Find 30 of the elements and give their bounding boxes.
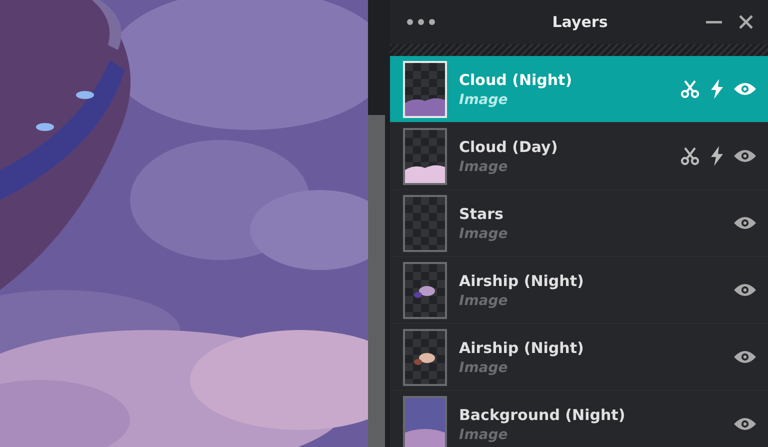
layer-row[interactable]: Airship (Night) Image (390, 257, 768, 324)
eye-icon[interactable] (734, 417, 756, 431)
layer-row[interactable]: Stars Image (390, 190, 768, 257)
eye-icon[interactable] (734, 350, 756, 364)
layer-type: Image (459, 92, 509, 108)
layer-row[interactable]: Cloud (Day) Image (390, 123, 768, 190)
layer-type: Image (459, 292, 509, 308)
layer-type: Image (459, 426, 509, 442)
layer-name: Cloud (Day) (459, 138, 558, 156)
scissors-icon[interactable] (680, 146, 700, 166)
lightning-icon[interactable] (710, 146, 724, 166)
layer-name: Airship (Night) (459, 272, 584, 290)
resize-handle[interactable] (390, 44, 768, 56)
layer-type: Image (459, 360, 509, 376)
layer-name: Background (Night) (459, 406, 626, 424)
layer-row[interactable]: Airship (Night) Image (390, 324, 768, 391)
eye-icon[interactable] (734, 149, 756, 163)
eye-icon[interactable] (734, 82, 756, 96)
layer-name: Airship (Night) (459, 338, 584, 356)
more-icon[interactable] (406, 18, 436, 26)
layer-name: Cloud (Night) (459, 70, 572, 88)
layer-type: Image (459, 226, 508, 242)
layer-row[interactable]: Background (Night) Image (390, 391, 768, 447)
layer-name: Stars (459, 204, 504, 222)
close-icon[interactable] (738, 14, 754, 30)
eye-icon[interactable] (734, 216, 756, 230)
panel-title: Layers (552, 13, 608, 31)
eye-icon[interactable] (734, 283, 756, 297)
scrollbar[interactable] (368, 115, 385, 447)
layer-type: Image (459, 158, 509, 174)
